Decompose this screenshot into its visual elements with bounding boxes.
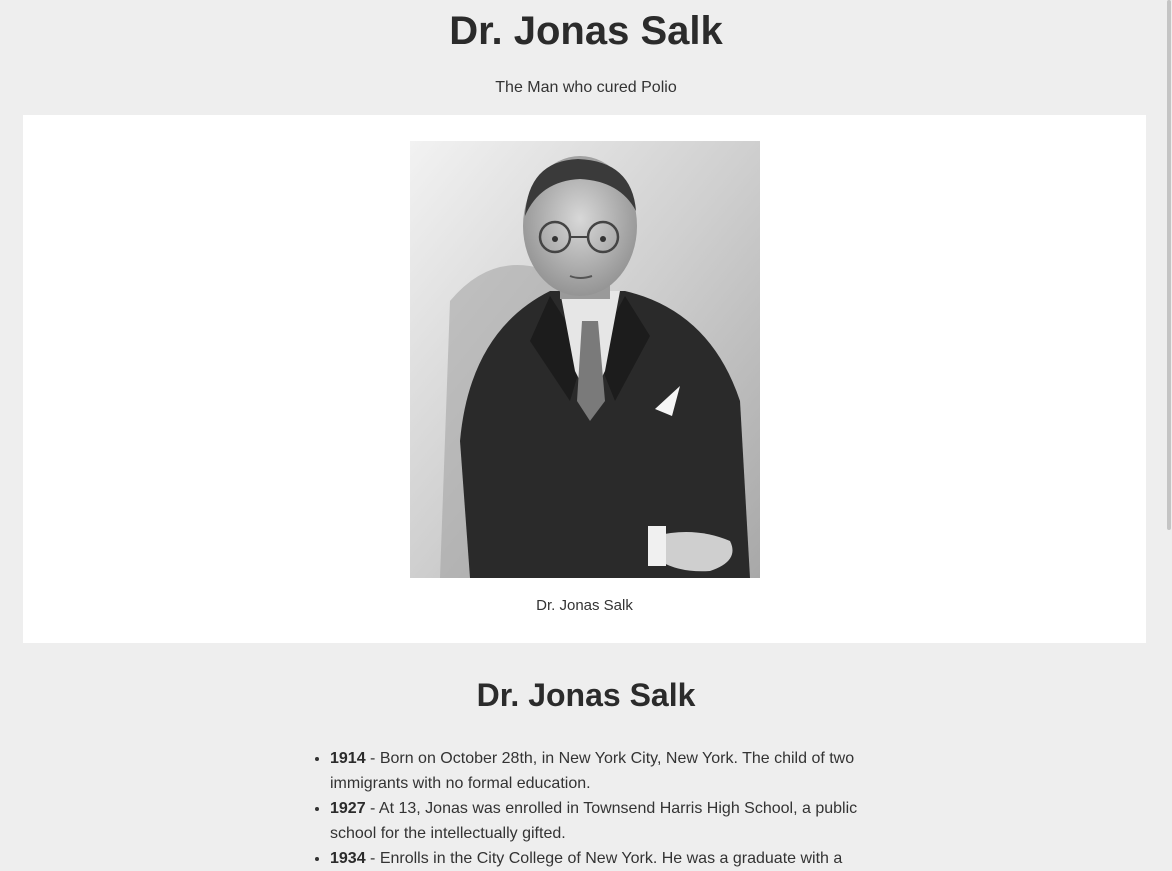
- tribute-heading: Dr. Jonas Salk: [476, 677, 696, 713]
- timeline-year: 1934: [330, 850, 366, 867]
- timeline-item: 1914 - Born on October 28th, in New York…: [330, 746, 890, 796]
- timeline-text: - Enrolls in the City College of New Yor…: [365, 850, 843, 867]
- photo-caption: Dr. Jonas Salk: [536, 597, 633, 614]
- portrait-photo: [410, 141, 760, 578]
- timeline-item: 1934 - Enrolls in the City College of Ne…: [330, 846, 890, 871]
- timeline-year: 1914: [330, 750, 366, 767]
- portrait-illustration: [410, 141, 760, 578]
- page-title: Dr. Jonas Salk: [449, 9, 723, 53]
- timeline-text: - Born on October 28th, in New York City…: [330, 750, 855, 792]
- timeline-item: 1927 - At 13, Jonas was enrolled in Town…: [330, 796, 890, 846]
- timeline-list: 1914 - Born on October 28th, in New York…: [312, 746, 890, 871]
- image-panel: Dr. Jonas Salk: [23, 115, 1146, 643]
- timeline-text: - At 13, Jonas was enrolled in Townsend …: [330, 800, 858, 842]
- scrollbar-track[interactable]: [1166, 0, 1172, 856]
- tagline: The Man who cured Polio: [495, 79, 677, 96]
- timeline-year: 1927: [330, 800, 366, 817]
